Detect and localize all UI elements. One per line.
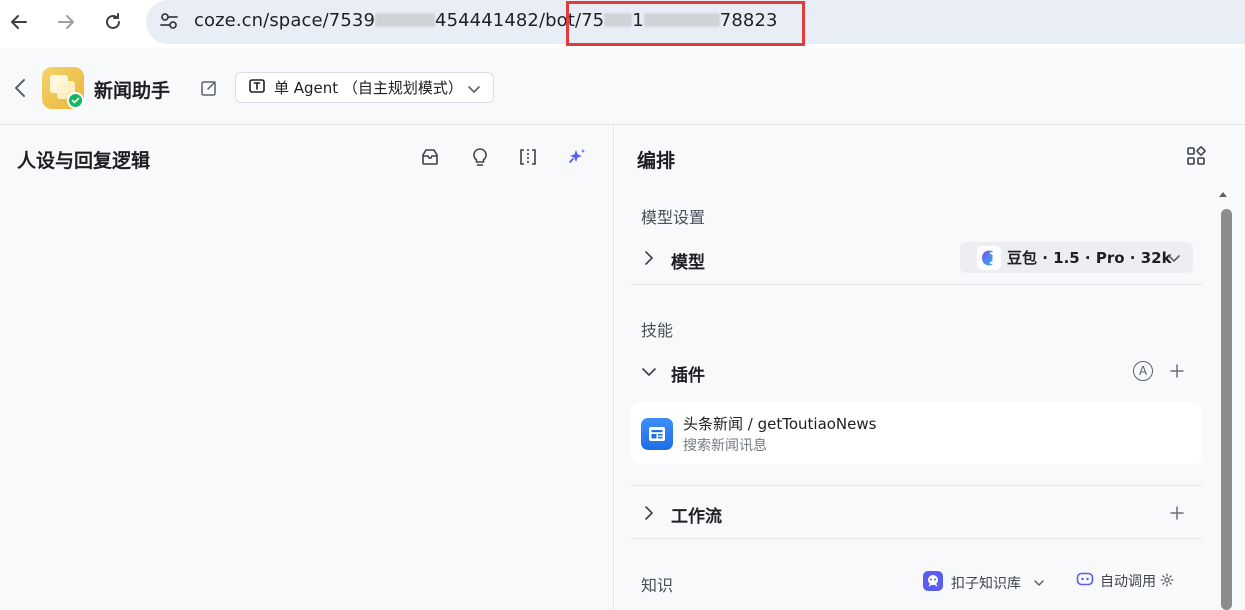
chevron-right-icon[interactable]	[641, 505, 657, 521]
agent-mode-select[interactable]: 单 Agent （自主规划模式）	[235, 72, 494, 103]
panel-title: 编排	[637, 150, 676, 172]
add-plugin-button[interactable]	[1169, 363, 1185, 379]
add-workflow-button[interactable]	[1169, 505, 1185, 521]
browser-toolbar: coze.cn/space/7539 454441482/bot/75 1 78823	[0, 0, 1245, 46]
gear-icon[interactable]	[1160, 572, 1174, 591]
doubao-logo-icon	[977, 245, 1001, 270]
scroll-up-arrow[interactable]	[1219, 192, 1227, 197]
news-plugin-icon	[641, 418, 673, 450]
knowledge-base-select[interactable]: 扣子知识库	[922, 570, 1045, 596]
back-chevron-icon[interactable]	[12, 78, 30, 98]
grid-icon[interactable]	[1186, 146, 1208, 168]
url-part: coze.cn/space/7539	[194, 10, 376, 31]
chevron-down-icon	[467, 81, 481, 100]
plugin-name: 头条新闻 / getToutiaoNews	[683, 415, 877, 433]
persona-panel: 人设与回复逻辑	[0, 125, 614, 610]
chevron-right-icon[interactable]	[641, 250, 657, 266]
chevron-down-icon[interactable]	[641, 364, 657, 380]
panel-title: 人设与回复逻辑	[17, 150, 151, 172]
knowledge-base-label: 扣子知识库	[951, 576, 1021, 592]
auto-call-select[interactable]: 自动调用	[1076, 570, 1174, 592]
redacted-text	[375, 13, 436, 27]
robot-icon	[1076, 570, 1094, 592]
plugin-description: 搜索新闻讯息	[683, 438, 767, 454]
reload-icon[interactable]	[100, 9, 126, 35]
workflow-row-title[interactable]: 工作流	[671, 502, 722, 527]
plugin-card[interactable]: 头条新闻 / getToutiaoNews 搜索新闻讯息	[631, 402, 1202, 464]
section-label-knowledge: 知识	[641, 576, 674, 595]
agent-mode-icon	[248, 77, 266, 99]
auto-mode-icon[interactable]: A	[1133, 361, 1153, 381]
model-selected-label: 豆包 · 1.5 · Pro · 32k	[1007, 249, 1172, 267]
back-arrow-icon[interactable]	[6, 9, 32, 35]
chevron-down-icon	[1033, 574, 1045, 593]
bot-name: 新闻助手	[94, 80, 171, 102]
divider	[631, 538, 1202, 539]
sparkle-icon[interactable]	[565, 145, 589, 169]
chevron-down-icon	[1167, 250, 1181, 269]
auto-call-label: 自动调用	[1100, 574, 1156, 590]
divider	[631, 485, 1202, 486]
bulb-icon[interactable]	[468, 145, 492, 169]
model-select[interactable]: 豆包 · 1.5 · Pro · 32k	[960, 242, 1193, 273]
knowledge-base-icon	[922, 570, 944, 596]
site-settings-icon[interactable]	[158, 10, 180, 32]
agent-mode-label: 单 Agent （自主规划模式）	[274, 79, 463, 97]
model-row-title[interactable]: 模型	[671, 248, 705, 273]
forward-arrow-icon[interactable]	[53, 9, 79, 35]
import-icon[interactable]	[418, 145, 442, 169]
edit-icon[interactable]	[200, 79, 218, 97]
section-label-model-settings: 模型设置	[641, 208, 706, 227]
divider	[631, 284, 1202, 285]
bot-header: 新闻助手 单 Agent （自主规划模式）	[0, 48, 1245, 125]
annotation-highlight-box	[566, 1, 805, 46]
scrollbar-thumb[interactable]	[1221, 209, 1232, 610]
check-badge-icon	[67, 92, 84, 109]
split-view-icon[interactable]	[516, 145, 540, 169]
orchestration-panel: 编排 模型设置 模型 豆包 · 1.5 · Pro · 32k 技能 插件 A …	[615, 125, 1245, 610]
section-label-skills: 技能	[641, 321, 674, 340]
plugins-row-title[interactable]: 插件	[671, 361, 705, 386]
